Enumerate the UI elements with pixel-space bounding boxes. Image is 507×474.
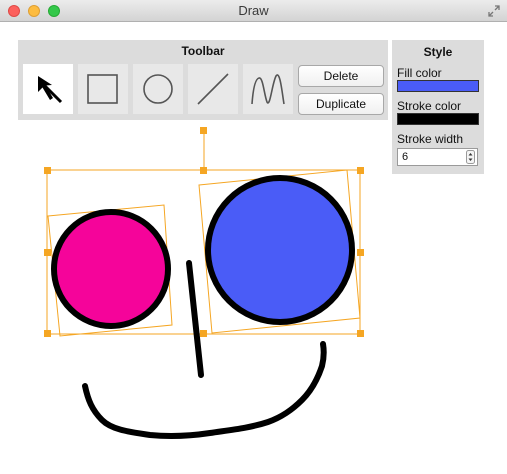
draw-window: Draw Toolbar Delete Duplicate Style Fill… — [0, 0, 507, 474]
pink-circle-shape[interactable] — [51, 209, 171, 329]
resize-handle-top-left[interactable] — [44, 167, 51, 174]
rotation-handle[interactable] — [200, 127, 207, 134]
resize-handle-bottom-right[interactable] — [357, 330, 364, 337]
black-line-shape[interactable] — [186, 260, 204, 378]
resize-handle-middle-left[interactable] — [44, 249, 51, 256]
freehand-smile-shape[interactable] — [82, 341, 327, 440]
resize-handle-top-center[interactable] — [200, 167, 207, 174]
resize-handle-bottom-center[interactable] — [200, 330, 207, 337]
resize-handle-top-right[interactable] — [357, 167, 364, 174]
blue-circle-shape[interactable] — [205, 175, 355, 325]
resize-handle-bottom-left[interactable] — [44, 330, 51, 337]
drawing-canvas[interactable] — [0, 0, 507, 474]
resize-handle-middle-right[interactable] — [357, 249, 364, 256]
